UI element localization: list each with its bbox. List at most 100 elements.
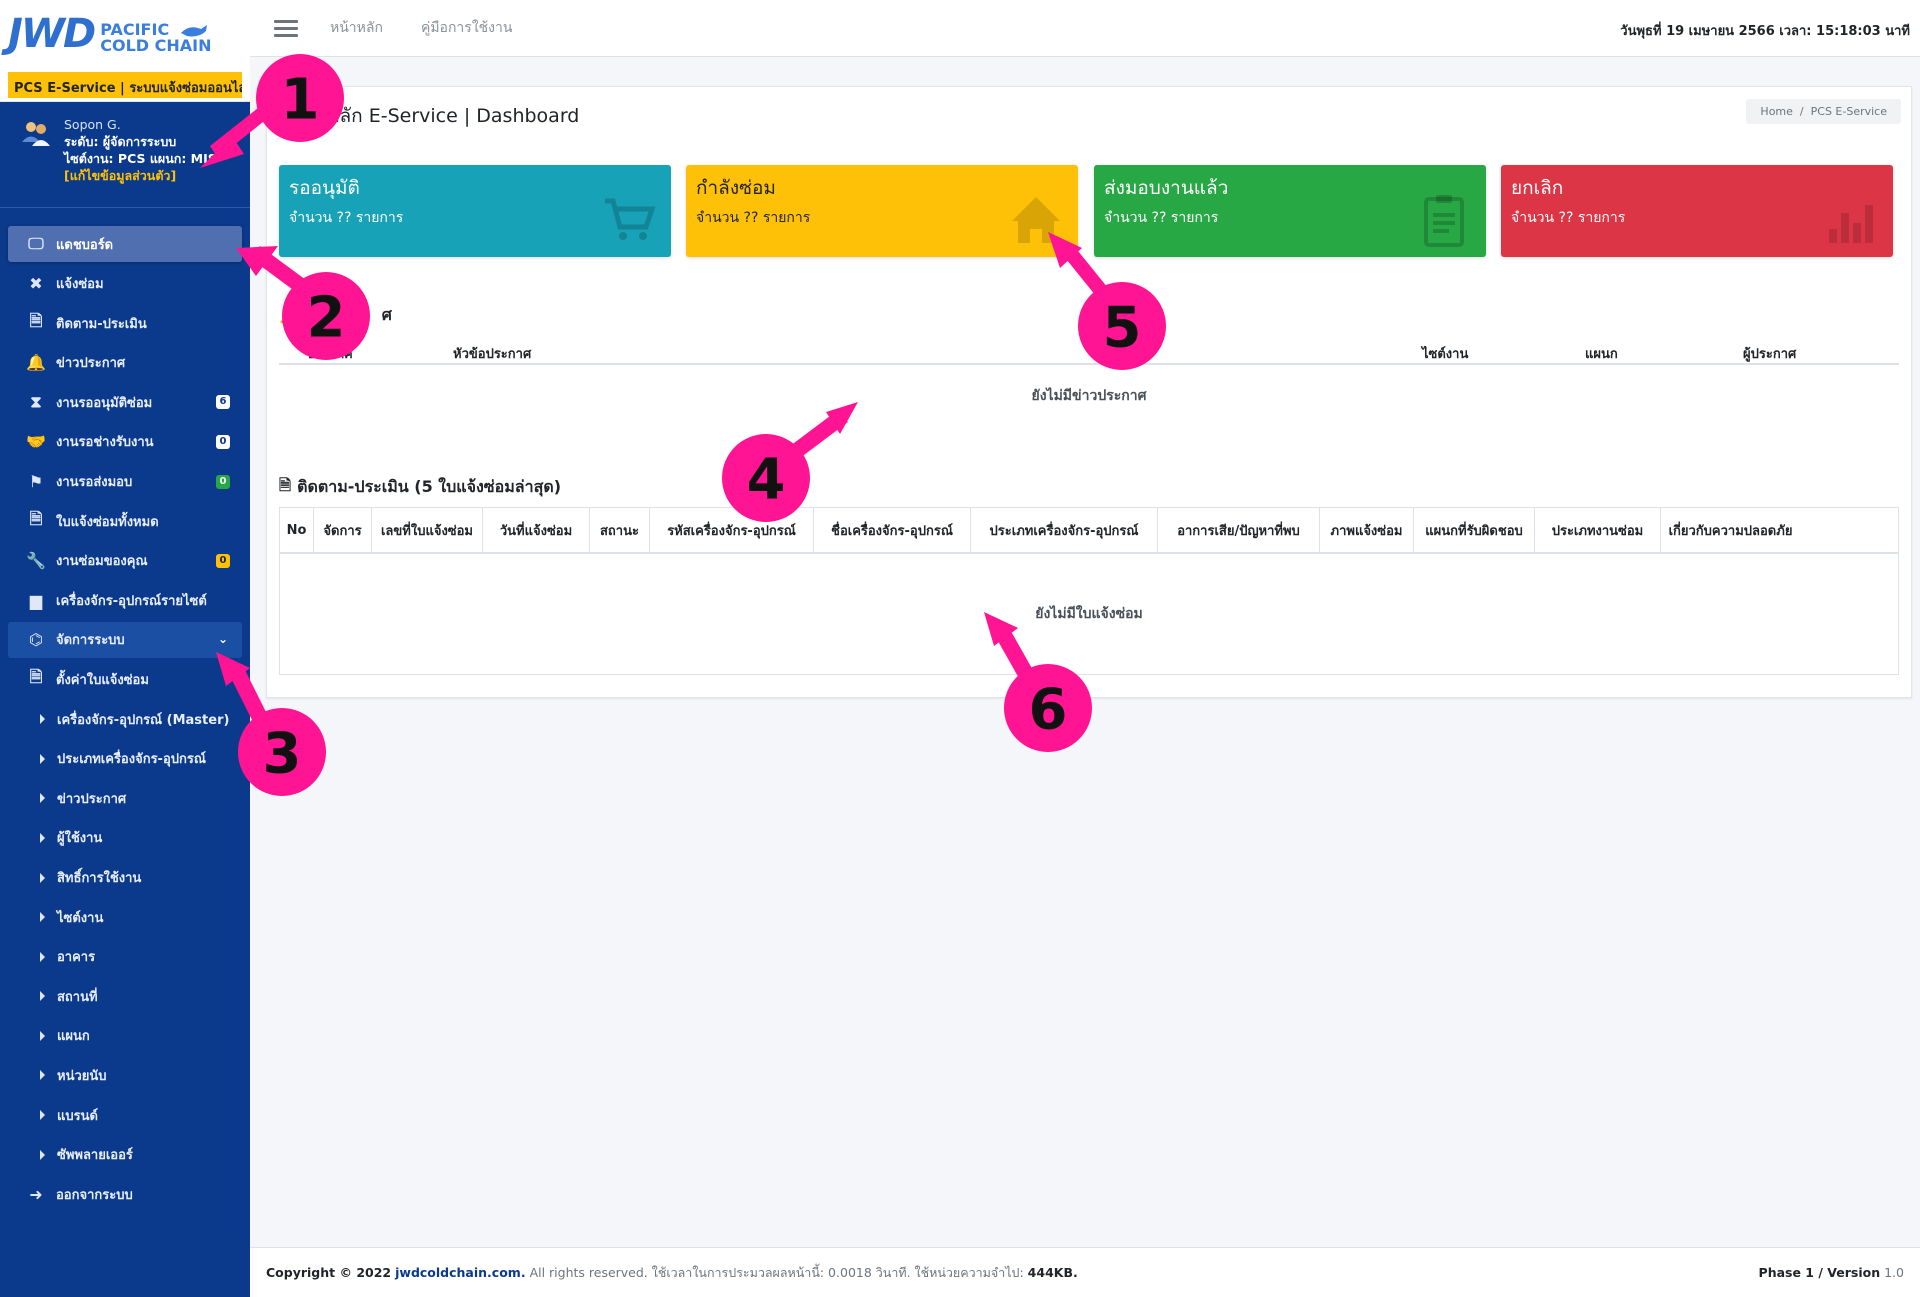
breadcrumb: Home / PCS E-Service [1746,99,1901,124]
sidebar-item-label: ใบแจ้งซ่อมทั้งหมด [56,514,159,530]
count-badge: 0 [216,474,230,489]
tracking-section-title: 🗎 ติดตาม-ประเมิน (5 ใบแจ้งซ่อมล่าสุด) [279,475,561,500]
sidebar-item-20[interactable]: แผนก [8,1018,242,1054]
edit-profile-link[interactable]: [แก้ไขข้อมูลส่วนตัว] [64,167,217,184]
sidebar-item-label: เครื่องจักร-อุปกรณ์รายไซต์ [56,593,207,609]
nav-manual-link[interactable]: คู่มือการใช้งาน [421,17,512,39]
company-logo[interactable]: JWD PACIFIC COLD CHAIN [8,10,242,54]
bar-chart-icon [1829,205,1873,243]
table-header-cell[interactable]: ประเภทงานซ่อม [1535,508,1661,552]
tracking-table-body: ยังไม่มีใบแจ้งซ่อม [280,554,1898,674]
sidebar-item-21[interactable]: หน่วยนับ [8,1057,242,1093]
status-box-delivered[interactable]: ส่งมอบงานแล้ว จำนวน ?? รายการ [1094,165,1486,257]
hourglass-icon: ⧗ [30,392,42,412]
sidebar-item-4[interactable]: ⧗ งานรออนุมัติซ่อม 6 [8,384,242,420]
table-header-cell[interactable]: วันที่แจ้งซ่อม [483,508,590,552]
sidebar-item-15[interactable]: ผู้ใช้งาน [8,820,242,856]
news-empty-message: ยังไม่มีข่าวประกาศ [1031,388,1147,404]
footer: Copyright © 2022 jwdcoldchain.com. All r… [250,1247,1920,1297]
sidebar-item-18[interactable]: อาคาร [8,939,242,975]
news-section-title: 🔔 ศ [279,303,392,328]
nav-home-link[interactable]: หน้าหลัก [330,17,383,39]
caret-right-icon [40,912,45,923]
news-title-tail: ศ [381,305,392,324]
tracking-title-text: ติดตาม-ประเมิน (5 ใบแจ้งซ่อมล่าสุด) [297,477,562,496]
table-header-cell[interactable]: No [280,508,314,552]
sidebar-item-0[interactable]: 🖵 แดชบอร์ด [8,226,242,262]
sidebar-item-label: ซัพพลายเออร์ [57,1148,133,1164]
user-panel: Sopon G. ระดับ: ผู้จัดการระบบ ไซต์งาน: P… [0,102,250,208]
footer-site-link[interactable]: jwdcoldchain.com. [395,1265,525,1280]
table-header-cell[interactable]: ประเภทเครื่องจักร-อุปกรณ์ [971,508,1158,552]
sidebar-item-label: อาคาร [57,950,96,966]
sidebar-item-14[interactable]: ข่าวประกาศ [8,780,242,816]
table-header-cell[interactable]: อาการเสีย/ปัญหาที่พบ [1158,508,1320,552]
sidebar-item-11[interactable]: 🗎 ตั้งค่าใบแจ้งซ่อม [8,662,242,698]
sidebar-item-24[interactable]: ➜ ออกจากระบบ [8,1176,242,1212]
table-header-cell[interactable]: สถานะ [590,508,650,552]
status-box-cancelled[interactable]: ยกเลิก จำนวน ?? รายการ [1501,165,1893,257]
user-avatar-icon [22,122,50,146]
news-col-dept: แผนก [1585,347,1618,362]
tracking-table: No จัดการ เลขที่ใบแจ้งซ่อม วันที่แจ้งซ่อม สถ… [279,507,1899,675]
status-box-repairing[interactable]: กำลังซ่อม จำนวน ?? รายการ [686,165,1078,257]
file-icon: 🗎 [29,667,43,687]
sidebar-item-3[interactable]: 🔔 ข่าวประกาศ [8,345,242,381]
sidebar-item-label: ตั้งค่าใบแจ้งซ่อม [56,673,149,689]
sidebar-item-2[interactable]: 🗎 ติดตาม-ประเมิน [8,305,242,341]
sidebar-item-23[interactable]: ซัพพลายเออร์ [8,1137,242,1173]
table-header-cell[interactable]: รหัสเครื่องจักร-อุปกรณ์ [650,508,814,552]
caret-right-icon [40,793,45,804]
sitemap-icon: ⌬ [29,630,43,650]
news-table-header: ประกาศ หัวข้อประกาศ ไซต์งาน แผนก ผู้ประก… [279,339,1899,365]
sidebar: JWD PACIFIC COLD CHAIN PCS E-Service | ร… [0,0,250,1297]
table-header-cell[interactable]: จัดการ [314,508,372,552]
table-header-cell[interactable]: ภาพแจ้งซ่อม [1320,508,1414,552]
sidebar-item-label: งานรออนุมัติซ่อม [56,395,153,411]
footer-phase: Phase 1 / Version [1758,1265,1881,1280]
breadcrumb-separator: / [1799,105,1804,118]
status-boxes: รออนุมัติ จำนวน ?? รายการ กำลังซ่อม จำนว… [279,165,1899,257]
sidebar-item-9[interactable]: ▆ เครื่องจักร-อุปกรณ์รายไซต์ [8,582,242,618]
tracking-empty-message: ยังไม่มีใบแจ้งซ่อม [1035,606,1143,622]
tools-icon: ✖ [29,274,43,294]
table-header-cell[interactable]: แผนกที่รับผิดชอบ [1414,508,1535,552]
sidebar-item-19[interactable]: สถานที่ [8,978,242,1014]
count-badge: 0 [216,553,230,568]
file-icon: 🗎 [29,310,43,330]
sidebar-item-1[interactable]: ✖ แจ้งซ่อม [8,266,242,302]
home-icon [1012,197,1060,243]
sidebar-item-label: แดชบอร์ด [56,237,114,253]
logo-jwd-text: JWD [8,11,96,57]
sidebar-item-label: สิทธิ์การใช้งาน [57,871,142,886]
sidebar-item-5[interactable]: 🤝 งานรอช่างรับงาน 0 [8,424,242,460]
sidebar-item-7[interactable]: 🗎 ใบแจ้งซ่อมทั้งหมด [8,503,242,539]
sidebar-item-17[interactable]: ไซต์งาน [8,899,242,935]
breadcrumb-home[interactable]: Home [1760,105,1792,118]
status-box-pending[interactable]: รออนุมัติ จำนวน ?? รายการ [279,165,671,257]
sidebar-item-16[interactable]: สิทธิ์การใช้งาน [8,860,242,896]
sidebar-item-10[interactable]: ⌬ จัดการระบบ ⌄ [8,621,242,658]
caret-right-icon [40,951,45,962]
sidebar-item-label: ติดตาม-ประเมิน [56,316,147,332]
clipboard-icon [1424,195,1464,247]
footer-version: Phase 1 / Version 1.0 [1759,1265,1904,1280]
sidebar-item-13[interactable]: ประเภทเครื่องจักร-อุปกรณ์ [8,741,242,777]
logo-subtitle: PACIFIC COLD CHAIN [100,22,211,54]
user-info: Sopon G. ระดับ: ผู้จัดการระบบ ไซต์งาน: P… [64,116,217,197]
table-header-cell[interactable]: เลขที่ใบแจ้งซ่อม [372,508,483,552]
sidebar-item-label: ข่าวประกาศ [57,791,127,807]
table-header-cell[interactable]: ชื่อเครื่องจักร-อุปกรณ์ [814,508,971,552]
footer-memory: 444KB. [1027,1265,1078,1280]
table-header-cell[interactable]: เกี่ยวกับความปลอดภัย [1661,508,1800,552]
sidebar-item-6[interactable]: ⚑ งานรอส่งมอบ 0 [8,464,242,500]
footer-copyright: Copyright © 2022 [266,1265,392,1280]
count-badge: 6 [216,395,230,410]
sidebar-item-22[interactable]: แบรนด์ [8,1097,242,1133]
bell-icon: 🔔 [279,306,298,325]
news-col-site: ไซต์งาน [1422,347,1469,362]
handshake-icon: 🤝 [26,432,46,452]
sidebar-item-8[interactable]: 🔧 งานซ่อมของคุณ 0 [8,543,242,579]
menu-toggle-icon[interactable] [274,16,298,41]
sidebar-item-12[interactable]: เครื่องจักร-อุปกรณ์ (Master) [8,701,242,737]
